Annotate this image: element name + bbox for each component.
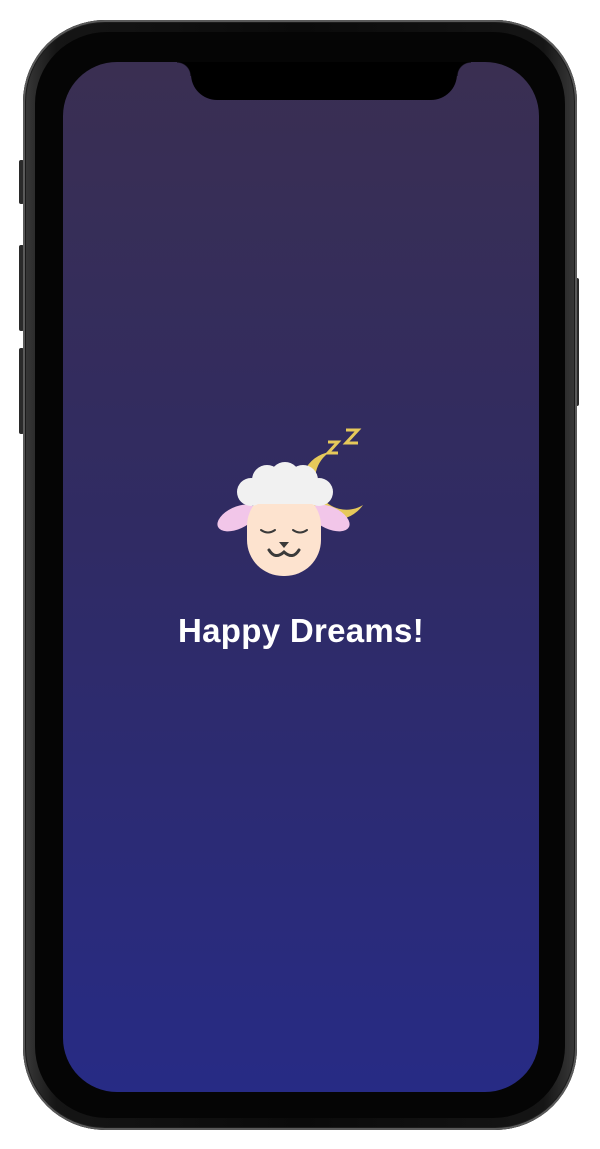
notch [177,62,471,100]
app-screen: Happy Dreams! [63,62,539,1092]
page: Happy Dreams! [0,0,600,1149]
phone-frame: Happy Dreams! [23,20,577,1130]
page-title: Happy Dreams! [178,612,424,649]
zzz-icon [324,428,362,455]
wool [237,462,333,506]
sleeping-sheep-icon [217,428,363,576]
